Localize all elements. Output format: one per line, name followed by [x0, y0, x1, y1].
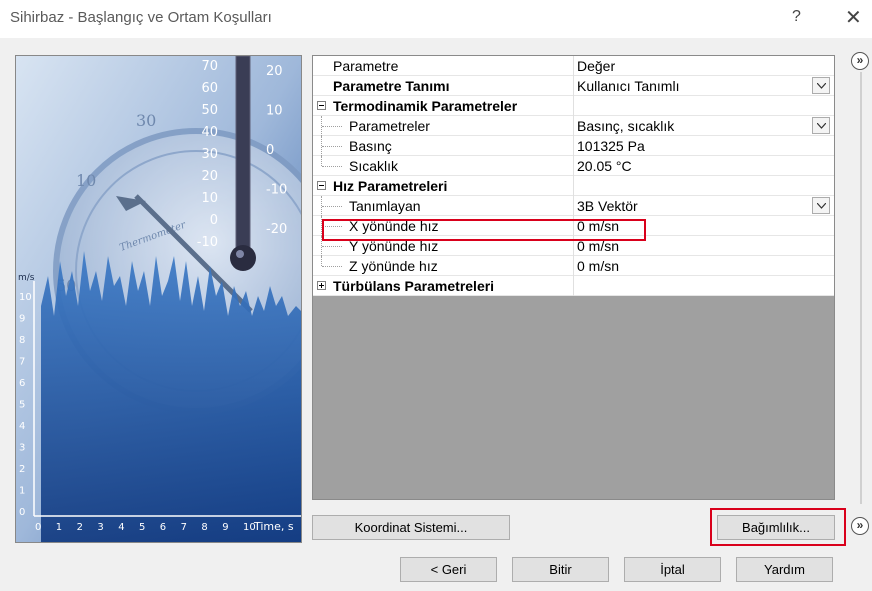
column-divider[interactable] [573, 56, 574, 76]
column-divider [573, 96, 574, 116]
dropdown-arrow-icon[interactable] [812, 197, 830, 214]
help-button[interactable]: Yardım [736, 557, 833, 582]
help-icon[interactable]: ? [792, 8, 801, 26]
row-name: Termodinamik Parametreler [333, 98, 518, 114]
row-velocity-group[interactable]: Hız Parametreleri [313, 176, 834, 196]
header-parameter: Parametre [333, 58, 399, 74]
row-name: Basınç [349, 138, 392, 154]
y-axis-tick: 3 [19, 443, 25, 454]
y-axis-tick: 2 [19, 464, 25, 475]
y-axis-tick: 7 [19, 357, 25, 368]
x-axis-tick: 4 [118, 522, 124, 533]
column-divider [573, 76, 574, 96]
row-name: Türbülans Parametreleri [333, 278, 495, 294]
wizard-illustration: 10 30 50 Thermometer m/s 10 9 8 7 6 5 4 3 2 1 0 01… [15, 55, 302, 543]
row-turbulence-group[interactable]: Türbülans Parametreleri [313, 276, 834, 296]
collapse-icon[interactable] [317, 101, 326, 110]
y-axis-tick: 8 [19, 335, 25, 346]
y-axis-tick: 1 [19, 486, 25, 497]
column-divider [573, 176, 574, 196]
expand-panel-top-icon[interactable]: » [851, 52, 869, 70]
title-bar: Sihirbaz - Başlangıç ve Ortam Koşulları … [0, 0, 872, 38]
y-axis-tick: 4 [19, 421, 25, 432]
y-axis-unit: m/s [18, 273, 35, 283]
expand-icon[interactable] [317, 281, 326, 290]
row-z-velocity[interactable]: Z yönünde hız 0 m/sn [313, 256, 834, 276]
dial-label: 10 [76, 171, 96, 190]
thermometer-scale-left-label: 30 [201, 147, 218, 162]
thermometer-scale-left-label: 0 [210, 213, 218, 228]
row-defined-by[interactable]: Tanımlayan 3B Vektör [313, 196, 834, 216]
x-axis-tick: 3 [97, 522, 103, 533]
row-value[interactable]: 101325 Pa [577, 138, 645, 154]
column-divider [573, 156, 574, 176]
x-velocity-highlight [322, 219, 646, 241]
thermometer-scale-right-label: 10 [266, 104, 283, 119]
coordinate-system-button[interactable]: Koordinat Sistemi... [312, 515, 510, 540]
dial-label: 30 [136, 111, 156, 130]
dropdown-arrow-icon[interactable] [812, 117, 830, 134]
column-divider [573, 256, 574, 276]
back-button[interactable]: < Geri [400, 557, 497, 582]
cancel-button[interactable]: İptal [624, 557, 721, 582]
row-thermo-group[interactable]: Termodinamik Parametreler [313, 96, 834, 116]
y-axis-tick: 6 [19, 378, 25, 389]
header-value: Değer [577, 58, 616, 74]
thermometer-scale-left-label: 40 [201, 125, 218, 140]
row-name: Parametre Tanımı [333, 78, 450, 94]
thermometer-scale-right-label: 20 [266, 64, 283, 79]
dropdown-arrow-icon[interactable] [812, 77, 830, 94]
x-axis-tick: 8 [201, 522, 207, 533]
thermometer-scale-left-label: 20 [201, 169, 218, 184]
side-rail [860, 72, 862, 504]
x-axis-tick: 6 [160, 522, 166, 533]
column-divider [573, 196, 574, 216]
thermometer-scale-left-label: -10 [197, 235, 218, 250]
row-value[interactable]: Kullanıcı Tanımlı [577, 78, 679, 94]
window-title: Sihirbaz - Başlangıç ve Ortam Koşulları [10, 9, 272, 26]
x-axis-tick: 1 [56, 522, 62, 533]
thermometer-scale-left-label: 60 [201, 81, 218, 96]
row-pressure[interactable]: Basınç 101325 Pa [313, 136, 834, 156]
x-axis-tick: 2 [77, 522, 83, 533]
column-divider [573, 116, 574, 136]
finish-button[interactable]: Bitir [512, 557, 609, 582]
grid-header: Parametre Değer [313, 56, 834, 76]
thermometer-scale-left-label: 10 [201, 191, 218, 206]
property-grid: Parametre Değer Parametre Tanımı Kullanı… [312, 55, 835, 500]
row-parameters[interactable]: Parametreler Basınç, sıcaklık [313, 116, 834, 136]
thermometer-scale-left-label: 50 [201, 103, 218, 118]
y-axis-tick: 9 [19, 314, 25, 325]
collapse-icon[interactable] [317, 181, 326, 190]
x-axis-tick: 7 [181, 522, 187, 533]
row-name: Tanımlayan [349, 198, 421, 214]
row-value[interactable]: Basınç, sıcaklık [577, 118, 674, 134]
x-axis-tick: 5 [139, 522, 145, 533]
thermometer-scale-right-label: -10 [266, 183, 287, 198]
dependency-highlight [710, 508, 846, 546]
row-name: Hız Parametreleri [333, 178, 448, 194]
column-divider [573, 136, 574, 156]
thermometer-scale-right-label: 0 [266, 143, 274, 158]
thermometer-scale-left-label: 70 [201, 59, 218, 74]
x-axis-label: Time, s [253, 520, 294, 533]
row-name: Sıcaklık [349, 158, 399, 174]
row-value[interactable]: 3B Vektör [577, 198, 638, 214]
row-value[interactable]: 20.05 °C [577, 158, 632, 174]
row-name: Z yönünde hız [349, 258, 438, 274]
expand-panel-bottom-icon[interactable]: » [851, 517, 869, 535]
row-temperature[interactable]: Sıcaklık 20.05 °C [313, 156, 834, 176]
y-axis-tick: 5 [19, 400, 25, 411]
close-icon[interactable]: ✕ [845, 5, 862, 30]
row-name: Parametreler [349, 118, 430, 134]
x-axis-tick: 9 [222, 522, 228, 533]
x-axis-tick: 0 [35, 522, 41, 533]
row-value[interactable]: 0 m/sn [577, 258, 619, 274]
column-divider [573, 276, 574, 296]
y-axis-tick: 0 [19, 507, 25, 518]
row-parameter-definition[interactable]: Parametre Tanımı Kullanıcı Tanımlı [313, 76, 834, 96]
thermometer-scale-right-label: -20 [266, 222, 287, 237]
y-axis-tick: 10 [19, 292, 32, 303]
